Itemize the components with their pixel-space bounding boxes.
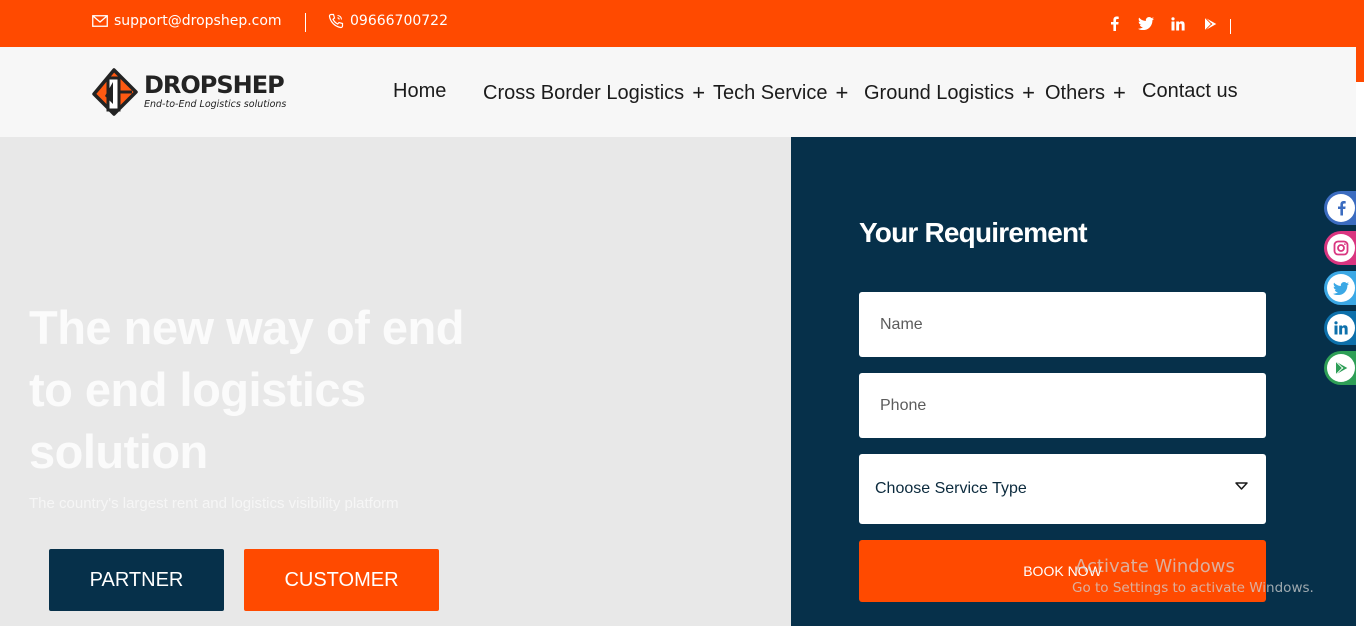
nav-cross-border-label: Cross Border Logistics <box>483 81 685 104</box>
phone-number-text: 09666700722 <box>350 13 448 29</box>
activate-windows-watermark: Activate Windows Go to Settings to activ… <box>1072 556 1314 596</box>
name-input[interactable] <box>859 292 1266 357</box>
nav-contact-us-label: Contact us <box>1142 80 1238 102</box>
nav-contact-us[interactable]: Contact us <box>1142 80 1238 103</box>
page-right-edge <box>1356 82 1364 626</box>
hero-subtitle: The country's largest rent and logistics… <box>29 495 399 512</box>
instagram-icon <box>1327 234 1355 262</box>
plus-icon: + <box>692 80 706 105</box>
phone-icon <box>328 13 344 29</box>
topbar-social-divider <box>1230 19 1231 34</box>
plus-icon: + <box>835 80 849 105</box>
topbar-social-links <box>1098 13 1231 34</box>
hero-title: The new way of end to end logistics solu… <box>29 301 464 478</box>
phone-link[interactable]: 09666700722 <box>328 13 448 29</box>
linkedin-icon <box>1327 314 1355 342</box>
facebook-icon <box>1327 194 1355 222</box>
facebook-icon[interactable] <box>1098 15 1130 33</box>
nav-tech-service[interactable]: Tech Service + <box>713 80 848 106</box>
top-bar: support@dropshep.com 09666700722 <box>0 0 1356 47</box>
hero-section: The new way of end to end logistics solu… <box>0 137 791 626</box>
service-type-select[interactable]: Choose Service Type <box>859 454 1266 524</box>
nav-home-label: Home <box>393 80 447 102</box>
requirement-form-panel: Your Requirement Choose Service Type BOO… <box>791 137 1356 626</box>
phone-input[interactable] <box>859 373 1266 438</box>
watermark-title: Activate Windows <box>1075 556 1235 577</box>
service-type-value: Choose Service Type <box>875 480 1027 497</box>
support-email-link[interactable]: support@dropshep.com <box>92 13 282 29</box>
nav-cross-border-logistics[interactable]: Cross Border Logistics + <box>483 80 705 106</box>
twitter-icon[interactable] <box>1130 15 1162 33</box>
google-play-icon <box>1327 354 1355 382</box>
nav-ground-logistics[interactable]: Ground Logistics + <box>864 80 1035 106</box>
envelope-icon <box>92 15 108 27</box>
chevron-down-icon <box>1235 482 1248 490</box>
plus-icon: + <box>1113 80 1126 105</box>
nav-others[interactable]: Others + <box>1045 80 1126 106</box>
topbar-divider <box>305 13 306 32</box>
watermark-subtitle: Go to Settings to activate Windows. <box>1072 580 1314 596</box>
brand-tagline: End-to-End Logistics solutions <box>144 99 287 110</box>
support-email-text: support@dropshep.com <box>114 13 282 29</box>
dropshep-logo-icon <box>92 68 138 116</box>
google-play-icon[interactable] <box>1194 15 1226 33</box>
linkedin-icon[interactable] <box>1162 15 1194 33</box>
nav-home[interactable]: Home <box>393 80 446 103</box>
nav-others-label: Others <box>1045 81 1106 104</box>
nav-tech-service-label: Tech Service <box>713 81 828 104</box>
plus-icon: + <box>1022 80 1035 105</box>
scrollbar-accent <box>1356 0 1364 82</box>
brand-logo[interactable]: DROPSHEP End-to-End Logistics solutions <box>92 68 286 120</box>
nav-ground-logistics-label: Ground Logistics <box>864 81 1015 104</box>
twitter-icon <box>1327 274 1355 302</box>
form-title: Your Requirement <box>859 217 1088 248</box>
brand-name: DROPSHEP <box>144 71 285 99</box>
customer-button[interactable]: CUSTOMER <box>244 549 439 611</box>
main-navbar: DROPSHEP End-to-End Logistics solutions … <box>0 47 1356 137</box>
partner-button[interactable]: PARTNER <box>49 549 224 611</box>
